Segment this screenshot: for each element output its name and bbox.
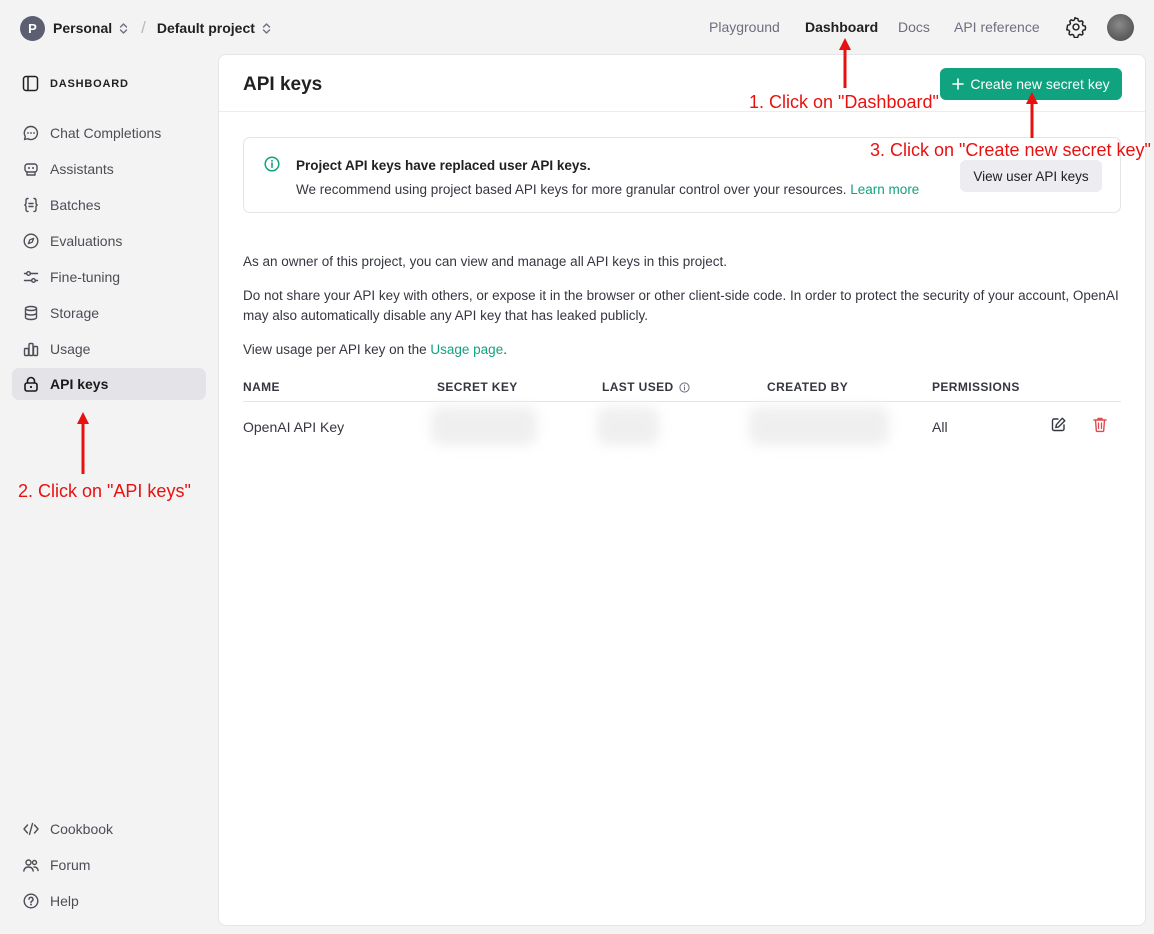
- usage-note: View usage per API key on the Usage page…: [243, 340, 1123, 360]
- table-divider: [243, 401, 1121, 402]
- sidebar-item-cookbook[interactable]: Cookbook: [12, 813, 206, 845]
- database-icon: [24, 305, 38, 321]
- help-icon: [23, 893, 39, 909]
- banner-title: Project API keys have replaced user API …: [296, 158, 591, 173]
- column-header-label: PERMISSIONS: [932, 380, 1020, 394]
- robot-icon: [24, 163, 38, 176]
- sidebar-item-label: Chat Completions: [50, 125, 162, 141]
- nav-api-reference[interactable]: API reference: [954, 19, 1040, 35]
- annotation-step-1: 1. Click on "Dashboard": [749, 92, 939, 112]
- sidebar-item-label: Usage: [50, 341, 91, 357]
- nav-playground[interactable]: Playground: [709, 19, 780, 35]
- secret-key-redacted: [431, 407, 537, 445]
- column-header-label: LAST USED: [602, 380, 674, 394]
- column-header-last-used: LAST USED: [602, 380, 690, 394]
- header-divider: [219, 111, 1145, 112]
- page-title: API keys: [243, 74, 323, 95]
- learn-more-link[interactable]: Learn more: [850, 182, 919, 197]
- usage-note-text: View usage per API key on the: [243, 342, 427, 357]
- trash-icon[interactable]: [1092, 416, 1108, 433]
- annotation-arrow-dashboard: [839, 38, 851, 88]
- security-note: Do not share your API key with others, o…: [243, 288, 1119, 323]
- sidebar-item-label: Assistants: [50, 161, 114, 177]
- annotation-step-3: 3. Click on "Create new secret key": [870, 140, 1151, 160]
- key-name: OpenAI API Key: [243, 419, 345, 435]
- sidebar-item-fine-tuning[interactable]: Fine-tuning: [12, 261, 206, 293]
- sidebar-item-forum[interactable]: Forum: [12, 849, 206, 881]
- sidebar-item-label: Evaluations: [50, 233, 123, 249]
- chat-icon: [23, 125, 39, 141]
- annotation-arrow-api-keys: [77, 412, 89, 474]
- bar-chart-icon: [23, 342, 39, 357]
- sidebar-item-chat-completions[interactable]: Chat Completions: [12, 117, 206, 149]
- sliders-icon: [23, 271, 39, 283]
- braces-icon: [24, 197, 38, 213]
- last-used-redacted: [597, 407, 659, 445]
- banner-text: We recommend using project based API key…: [296, 182, 919, 197]
- sidebar-item-assistants[interactable]: Assistants: [12, 153, 206, 185]
- sidebar-item-label: Forum: [50, 857, 91, 873]
- sidebar-item-label: Storage: [50, 305, 100, 321]
- column-header-name: NAME: [243, 380, 280, 394]
- sidebar-item-storage[interactable]: Storage: [12, 297, 206, 329]
- view-user-api-keys-button[interactable]: View user API keys: [960, 160, 1102, 192]
- column-header-label: NAME: [243, 380, 280, 394]
- annotation-arrow-create-key: [1026, 92, 1038, 138]
- info-icon[interactable]: [679, 381, 690, 393]
- column-header-secret-key: SECRET KEY: [437, 380, 518, 394]
- sidebar-item-evaluations[interactable]: Evaluations: [12, 225, 206, 257]
- people-icon: [23, 859, 39, 872]
- sidebar-heading: DASHBOARD: [22, 75, 129, 92]
- info-icon: [264, 156, 280, 172]
- usage-page-link[interactable]: Usage page: [430, 342, 503, 357]
- usage-note-period: .: [503, 342, 507, 357]
- sidebar-item-usage[interactable]: Usage: [12, 333, 206, 365]
- sidebar-item-label: Cookbook: [50, 821, 114, 837]
- lock-icon: [24, 376, 38, 392]
- main-panel: API keys Create new secret key Project A…: [218, 54, 1146, 926]
- sidebar-item-label: API keys: [50, 376, 109, 392]
- sidebar-item-api-keys[interactable]: API keys: [12, 368, 206, 400]
- key-permissions: All: [932, 419, 948, 435]
- owner-note: As an owner of this project, you can vie…: [243, 254, 728, 269]
- sidebar-heading-label: DASHBOARD: [50, 77, 129, 90]
- compass-icon: [23, 233, 39, 249]
- sidebar-panel-icon[interactable]: [22, 75, 39, 92]
- create-secret-key-label: Create new secret key: [970, 76, 1110, 92]
- nav-dashboard[interactable]: Dashboard: [805, 19, 878, 35]
- sidebar-item-label: Batches: [50, 197, 101, 213]
- column-header-permissions: PERMISSIONS: [932, 380, 1020, 394]
- plus-icon: [952, 78, 965, 90]
- banner-body: We recommend using project based API key…: [296, 182, 847, 197]
- top-nav: Playground Dashboard Docs API reference: [0, 19, 1154, 37]
- column-header-created-by: CREATED BY: [767, 380, 848, 394]
- annotation-step-2: 2. Click on "API keys": [18, 481, 191, 501]
- nav-docs[interactable]: Docs: [898, 19, 930, 35]
- sidebar-item-label: Help: [50, 893, 79, 909]
- created-by-redacted: [749, 407, 889, 445]
- column-header-label: SECRET KEY: [437, 380, 518, 394]
- sidebar-item-help[interactable]: Help: [12, 885, 206, 917]
- sidebar-item-label: Fine-tuning: [50, 269, 121, 285]
- gear-icon[interactable]: [1065, 16, 1087, 38]
- top-bar: P Personal / Default project Playground …: [0, 0, 1154, 56]
- user-avatar[interactable]: [1107, 14, 1134, 41]
- column-header-label: CREATED BY: [767, 380, 849, 394]
- edit-icon[interactable]: [1050, 416, 1067, 433]
- sidebar-item-batches[interactable]: Batches: [12, 189, 206, 221]
- code-icon: [23, 822, 39, 836]
